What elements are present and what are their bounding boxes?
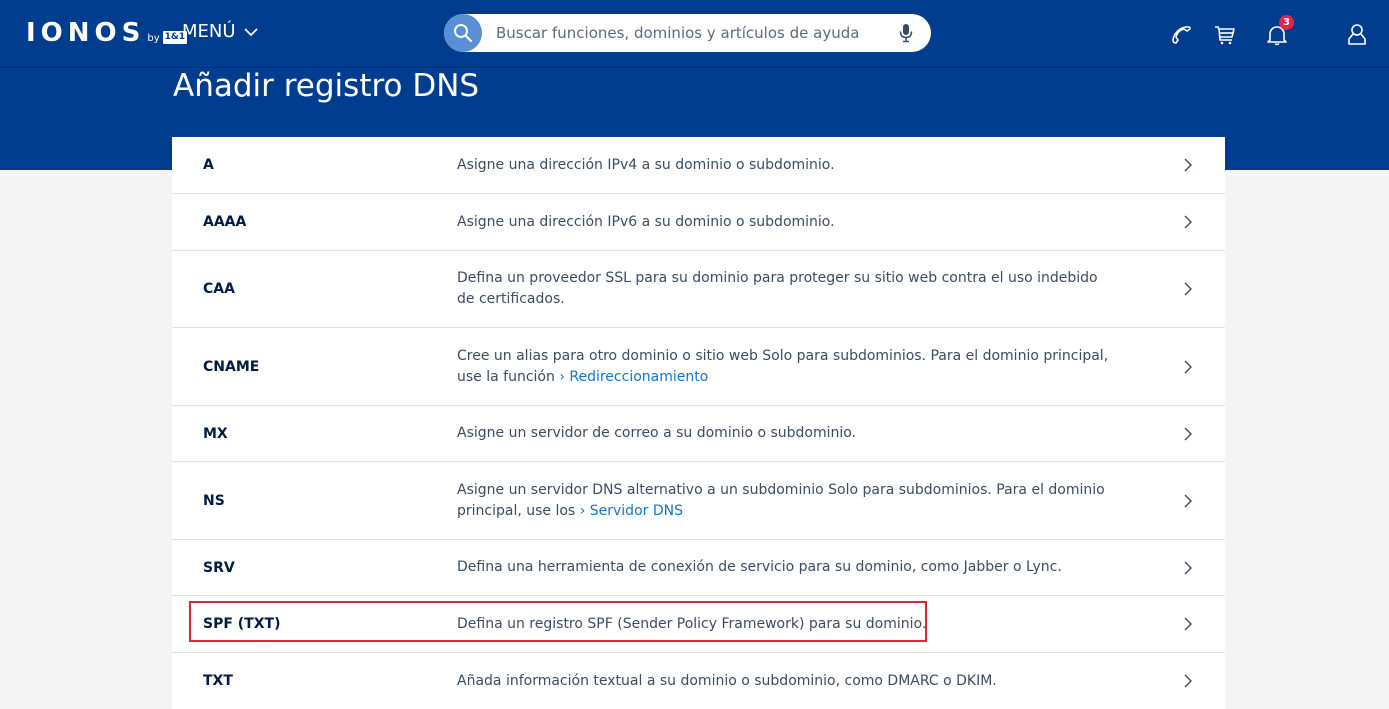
record-description: Cree un alias para otro dominio o sitio … bbox=[457, 347, 1109, 385]
microphone-icon[interactable] bbox=[891, 23, 921, 43]
record-description-block: Cree un alias para otro dominio o sitio … bbox=[457, 346, 1117, 388]
record-type: CNAME bbox=[203, 358, 260, 375]
record-description: Defina un proveedor SSL para su dominio … bbox=[457, 270, 1098, 307]
record-type: MX bbox=[203, 425, 228, 442]
record-row-caa[interactable]: CAA Defina un proveedor SSL para su domi… bbox=[172, 251, 1225, 328]
chevron-right-icon bbox=[1184, 674, 1192, 688]
record-type: SRV bbox=[203, 559, 235, 576]
record-row-aaaa[interactable]: AAAA Asigne una dirección IPv6 a su domi… bbox=[172, 194, 1225, 251]
chevron-right-icon bbox=[1184, 427, 1192, 440]
page-title: Añadir registro DNS bbox=[173, 68, 480, 104]
record-row-srv[interactable]: SRV Defina una herramienta de conexión d… bbox=[172, 540, 1225, 596]
record-description-block: Asigne un servidor DNS alternativo a un … bbox=[457, 480, 1117, 522]
dns-server-link-label: Servidor DNS bbox=[589, 502, 683, 519]
chevron-right-icon bbox=[1184, 282, 1192, 296]
record-row-txt[interactable]: TXT Añada información textual a su domin… bbox=[172, 653, 1225, 709]
record-description: Asigne un servidor de correo a su domini… bbox=[457, 425, 857, 441]
chevron-right-icon bbox=[1184, 561, 1192, 574]
record-description: Asigne una dirección IPv4 a su dominio o… bbox=[457, 156, 835, 173]
redirect-link-label: Redireccionamiento bbox=[569, 368, 709, 385]
record-type: CAA bbox=[203, 281, 235, 297]
search-icon[interactable] bbox=[444, 14, 482, 52]
record-description: Asigne un servidor DNS alternativo a un … bbox=[457, 481, 1105, 519]
record-type: SPF (TXT) bbox=[203, 616, 281, 632]
record-type: TXT bbox=[203, 673, 233, 689]
chevron-right-icon bbox=[1184, 360, 1192, 373]
record-type: AAAA bbox=[203, 214, 247, 230]
chevron-down-icon bbox=[243, 27, 258, 36]
chevron-right-icon bbox=[1184, 494, 1192, 507]
record-description: Asigne una dirección IPv6 a su dominio o… bbox=[457, 213, 835, 230]
record-type: A bbox=[203, 157, 214, 173]
menu-label: MENÚ bbox=[182, 21, 236, 42]
record-description: Añada información textual a su dominio o… bbox=[457, 672, 997, 689]
record-row-spf-txt[interactable]: SPF (TXT) Defina un registro SPF (Sender… bbox=[172, 596, 1225, 653]
record-row-mx[interactable]: MX Asigne un servidor de correo a su dom… bbox=[172, 406, 1225, 462]
redirect-link[interactable]: › Redireccionamiento bbox=[559, 369, 708, 385]
dns-record-type-list: A Asigne una dirección IPv4 a su dominio… bbox=[172, 137, 1225, 709]
record-description: Defina un registro SPF (Sender Policy Fr… bbox=[457, 615, 927, 632]
notification-badge: 3 bbox=[1279, 15, 1294, 30]
chevron-right-icon bbox=[1184, 215, 1192, 229]
logo-wordmark: IONOS bbox=[26, 18, 146, 48]
chevron-right-icon bbox=[1184, 617, 1192, 631]
record-row-ns[interactable]: NS Asigne un servidor DNS alternativo a … bbox=[172, 462, 1225, 540]
search-bar[interactable] bbox=[444, 14, 931, 52]
user-icon[interactable] bbox=[1342, 20, 1372, 50]
bell-icon[interactable]: 3 bbox=[1262, 15, 1294, 50]
ionos-logo[interactable]: IONOS by 1&1 bbox=[26, 18, 188, 48]
phone-icon[interactable] bbox=[1166, 20, 1196, 50]
dns-server-link[interactable]: › Servidor DNS bbox=[580, 503, 683, 519]
record-row-a[interactable]: A Asigne una dirección IPv4 a su dominio… bbox=[172, 137, 1225, 194]
search-input[interactable] bbox=[482, 23, 891, 43]
record-type: NS bbox=[203, 492, 225, 509]
record-row-cname[interactable]: CNAME Cree un alias para otro dominio o … bbox=[172, 328, 1225, 406]
logo-by: by bbox=[147, 33, 160, 44]
chevron-right-icon bbox=[1184, 158, 1192, 172]
menu-button[interactable]: MENÚ bbox=[182, 21, 259, 42]
record-description: Defina una herramienta de conexión de se… bbox=[457, 559, 1062, 575]
cart-icon[interactable] bbox=[1210, 20, 1240, 50]
